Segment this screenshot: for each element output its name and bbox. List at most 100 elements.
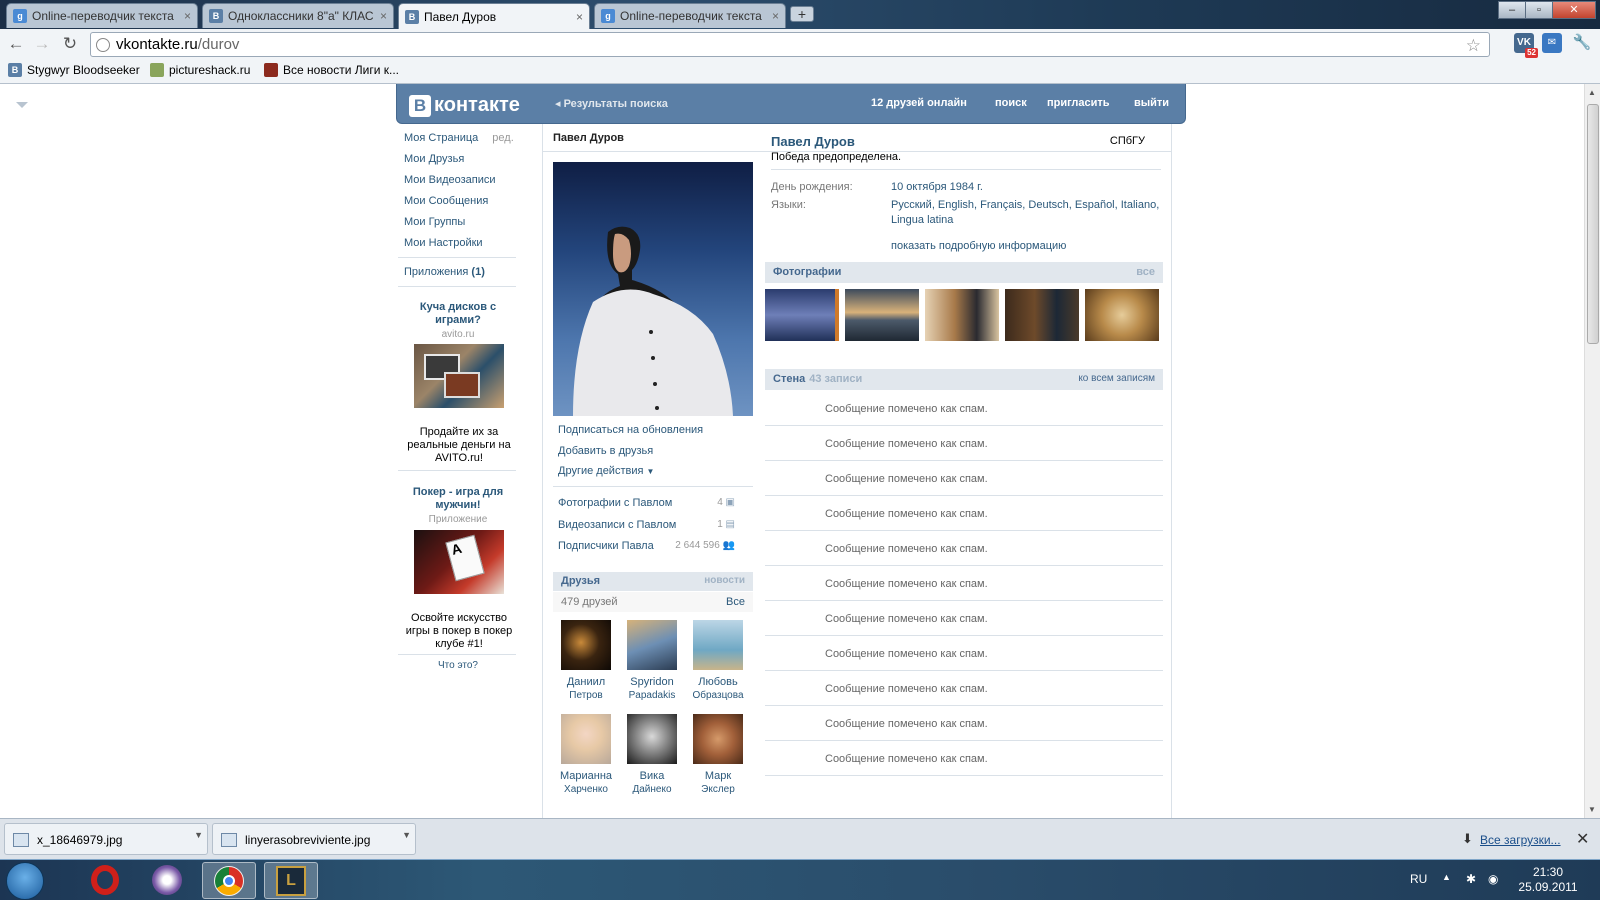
ad-title[interactable]: Покер - игра для мужчин! xyxy=(400,486,516,512)
tab-odnoklassniki[interactable]: B Одноклассники 8"а" КЛАС × xyxy=(202,3,394,28)
forward-arrow-icon[interactable]: → xyxy=(32,35,52,55)
download-item[interactable]: linyerasobreviviente.jpg ▼ xyxy=(212,823,416,855)
chevron-down-icon[interactable]: ▼ xyxy=(194,830,203,840)
address-bar[interactable]: vkontakte.ru/durov ☆ xyxy=(90,32,1490,57)
chrome-icon[interactable] xyxy=(202,862,256,899)
subscribers-link[interactable]: Подписчики Павла 2 644 596 👥 xyxy=(558,540,743,552)
friend-card[interactable]: Вика Дайнеко xyxy=(619,714,685,796)
downloads-bar: x_18646979.jpg ▼ linyerasobreviviente.jp… xyxy=(0,818,1600,859)
friends-all-link[interactable]: Все xyxy=(726,596,745,608)
scroll-down-icon[interactable]: ▼ xyxy=(1588,805,1596,814)
back-arrow-icon[interactable]: ← xyxy=(6,35,26,55)
friend-card[interactable]: Spyridon Papadakis xyxy=(619,620,685,702)
wall-post: Сообщение помечено как спам. xyxy=(765,391,1163,426)
search-link[interactable]: поиск xyxy=(995,97,1027,109)
reload-icon[interactable]: ↻ xyxy=(60,35,80,55)
ad-image-poker[interactable]: A xyxy=(414,530,504,594)
photos-all-link[interactable]: все xyxy=(1136,266,1155,278)
ad-text[interactable]: Освойте искусство игры в покер в покер к… xyxy=(398,612,520,651)
menu-my-groups[interactable]: Мои Группы xyxy=(404,216,465,228)
mail-extension-icon[interactable]: ✉ xyxy=(1542,33,1562,53)
ad-title[interactable]: Куча дисков с играми? xyxy=(400,301,516,327)
close-icon[interactable]: × xyxy=(184,9,191,23)
menu-my-settings[interactable]: Мои Настройки xyxy=(404,237,483,249)
language-indicator[interactable]: RU xyxy=(1410,872,1427,886)
close-icon[interactable]: × xyxy=(772,9,779,23)
friends-news-link[interactable]: новости xyxy=(704,575,745,586)
invite-link[interactable]: пригласить xyxy=(1047,97,1110,109)
triangle-down-icon xyxy=(16,102,28,108)
maximize-button[interactable]: ▫ xyxy=(1525,1,1553,19)
videos-with-link[interactable]: Видеозаписи с Павлом 1 ▤ xyxy=(558,519,743,531)
other-actions-dropdown[interactable]: Другие действия ▼ xyxy=(558,465,654,477)
birthday-value[interactable]: 10 октября 1984 г. xyxy=(891,180,1161,195)
subscribe-link[interactable]: Подписаться на обновления xyxy=(558,424,703,436)
bookmark-star-icon[interactable]: ☆ xyxy=(1466,34,1481,57)
show-details-link[interactable]: показать подробную информацию xyxy=(891,239,1161,254)
globe-icon xyxy=(96,38,110,52)
menu-my-videos[interactable]: Мои Видеозаписи xyxy=(404,174,496,186)
friend-card[interactable]: Марк Экслер xyxy=(685,714,751,796)
wall-post: Сообщение помечено как спам. xyxy=(765,426,1163,461)
add-friend-link[interactable]: Добавить в друзья xyxy=(558,445,653,457)
wall-header[interactable]: Стена 43 записи ко всем записям xyxy=(765,369,1163,390)
all-downloads-link[interactable]: Все загрузки... xyxy=(1480,833,1561,847)
page-scrollbar[interactable]: ▲ ▼ xyxy=(1584,84,1600,818)
ad-text[interactable]: Продайте их за реальные деньги на AVITO.… xyxy=(398,426,520,465)
scroll-up-icon[interactable]: ▲ xyxy=(1588,88,1596,97)
tab-translator-2[interactable]: g Online-переводчик текста × xyxy=(594,3,786,28)
menu-my-friends[interactable]: Мои Друзья xyxy=(404,153,464,165)
clock[interactable]: 21:30 25.09.2011 xyxy=(1516,865,1580,895)
photo-thumbnail[interactable] xyxy=(1085,289,1159,341)
bluetooth-icon[interactable]: ✱ xyxy=(1466,872,1476,886)
friends-header[interactable]: Друзья новости xyxy=(553,572,753,591)
menu-my-messages[interactable]: Мои Сообщения xyxy=(404,195,488,207)
photos-with-link[interactable]: Фотографии с Павлом 4 ▣ xyxy=(558,497,743,509)
new-tab-button[interactable]: + xyxy=(790,6,814,22)
tray-expand-icon[interactable]: ▲ xyxy=(1442,872,1451,882)
bookmark-league-news[interactable]: Все новости Лиги к... xyxy=(264,63,399,77)
minimize-button[interactable]: – xyxy=(1498,1,1526,19)
photos-header[interactable]: Фотографии все xyxy=(765,262,1163,283)
friend-card[interactable]: Марианна Харченко xyxy=(553,714,619,796)
vk-extension-icon[interactable]: VK 52 xyxy=(1514,33,1538,58)
start-button[interactable] xyxy=(6,862,44,900)
university-link[interactable]: СПбГУ xyxy=(1110,135,1145,147)
tab-durov[interactable]: B Павел Дуров × xyxy=(398,3,590,30)
wrench-icon[interactable]: 🔧 xyxy=(1572,33,1592,53)
languages-label: Языки: xyxy=(771,199,806,211)
edit-link[interactable]: ред. xyxy=(492,132,513,144)
menu-apps[interactable]: Приложения (1) xyxy=(404,266,485,278)
bookmark-pictureshack[interactable]: pictureshack.ru xyxy=(150,63,250,77)
languages-value[interactable]: Русский, English, Français, Deutsch, Esp… xyxy=(891,198,1161,228)
close-icon[interactable]: × xyxy=(576,10,583,24)
friends-online-link[interactable]: 12 друзей онлайн xyxy=(871,97,967,109)
league-of-legends-icon[interactable]: L xyxy=(264,862,318,899)
friend-card[interactable]: Даниил Петров xyxy=(553,620,619,702)
wall-all-link[interactable]: ко всем записям xyxy=(1078,373,1155,384)
network-icon[interactable]: ◉ xyxy=(1488,872,1498,886)
avatar xyxy=(561,714,611,764)
logout-link[interactable]: выйти xyxy=(1134,97,1169,109)
profile-photo[interactable] xyxy=(553,162,753,416)
scrollbar-thumb[interactable] xyxy=(1587,104,1599,344)
photo-thumbnail[interactable] xyxy=(925,289,999,341)
vk-logo[interactable]: Вконтакте xyxy=(409,94,520,117)
chevron-down-icon[interactable]: ▼ xyxy=(402,830,411,840)
tab-translator-1[interactable]: g Online-переводчик текста × xyxy=(6,3,198,28)
photo-thumbnail[interactable] xyxy=(845,289,919,341)
ads-what-is-this-link[interactable]: Что это? xyxy=(400,660,516,671)
close-icon[interactable]: ✕ xyxy=(1576,829,1589,849)
photo-thumbnail[interactable] xyxy=(1005,289,1079,341)
friend-card[interactable]: Любовь Образцова xyxy=(685,620,751,702)
close-icon[interactable]: × xyxy=(380,9,387,23)
ad-image-discs[interactable] xyxy=(414,344,504,408)
bittorrent-icon[interactable] xyxy=(140,862,194,899)
close-window-button[interactable]: ✕ xyxy=(1552,1,1596,19)
bookmark-stygwyr[interactable]: B Stygwyr Bloodseeker xyxy=(8,63,140,77)
menu-my-page[interactable]: Моя Страница ред. xyxy=(404,132,514,144)
photo-thumbnail[interactable] xyxy=(765,289,839,341)
download-item[interactable]: x_18646979.jpg ▼ xyxy=(4,823,208,855)
opera-icon[interactable] xyxy=(78,862,132,899)
search-results-link[interactable]: ◂ Результаты поиска xyxy=(555,97,668,110)
